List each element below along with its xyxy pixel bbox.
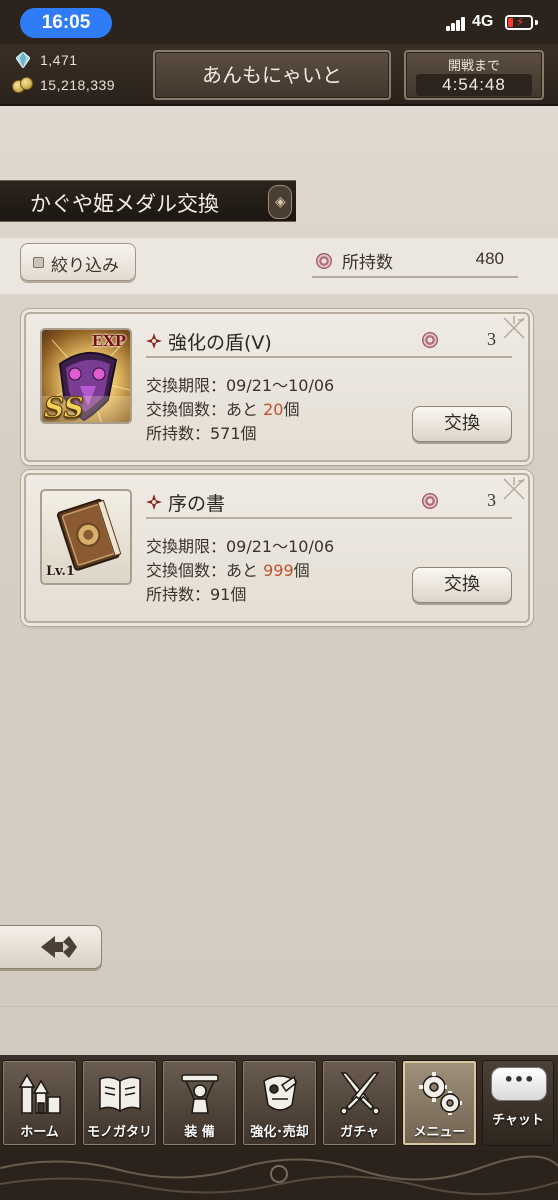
page-title-bar: かぐや姫メダル交換 ◈ — [0, 180, 296, 222]
item-type-badge: EXP — [91, 332, 126, 350]
armor-icon — [263, 1075, 297, 1111]
ornament-icon: ◈ — [268, 185, 292, 219]
back-arrow-icon — [41, 936, 77, 958]
back-button[interactable] — [0, 925, 102, 969]
battery-icon: ⚡ — [505, 15, 533, 30]
nav-menu[interactable]: メニュー — [402, 1060, 477, 1146]
battle-timer-label: 開戦まで — [447, 59, 500, 74]
gears-icon — [419, 1072, 462, 1115]
item-owned: 所持数：91個 — [146, 585, 247, 604]
frame-ornament — [0, 1150, 558, 1200]
status-time: 16:05 — [20, 8, 112, 38]
nav-label: チャット — [492, 1113, 544, 1128]
nav-label: モノガタリ — [86, 1125, 152, 1140]
exchange-item-card: EXP SS 強化の盾(Ⅴ) 3 交換期限：09/21〜10/06 交換個数：あ… — [24, 312, 530, 462]
filter-button[interactable]: 絞り込み — [20, 243, 136, 281]
item-name: 強化の盾(Ⅴ) — [168, 332, 272, 354]
remaining-suffix: 個 — [293, 561, 310, 580]
battle-countdown: 4:54:48 — [416, 74, 532, 96]
divider — [0, 1006, 558, 1007]
player-name[interactable]: あんもにゃいと — [153, 50, 391, 100]
signal-icon — [446, 17, 466, 31]
gem-icon — [16, 52, 30, 68]
nav-chat[interactable]: ••• チャット — [482, 1060, 554, 1146]
exchange-button[interactable]: 交換 — [412, 406, 512, 442]
exchange-item-card: Lv.1 序の書 3 交換期限：09/21〜10/06 交換個数：あと 999個… — [24, 473, 530, 623]
item-title-row: 序の書 3 — [146, 487, 512, 519]
crossed-swords-icon — [340, 1072, 380, 1115]
remaining-count: 20 — [263, 400, 284, 419]
coin-icon — [12, 77, 36, 95]
remaining-count: 999 — [263, 561, 294, 580]
item-thumbnail: EXP SS — [40, 328, 132, 424]
owned-medals: 所持数 480 — [312, 248, 518, 278]
owned-label: 所持数 — [342, 253, 393, 273]
rarity-badge: SS — [44, 391, 85, 424]
filter-label: 絞り込み — [51, 256, 119, 276]
page-title: かぐや姫メダル交換 — [30, 192, 219, 216]
exchange-remaining: 交換個数：あと 999個 — [146, 557, 310, 581]
exchange-button[interactable]: 交換 — [412, 567, 512, 603]
nav-label: 装 備 — [184, 1125, 215, 1140]
status-bar: 16:05 4G ⚡ — [0, 0, 558, 44]
chat-bubble-icon: ••• — [491, 1067, 547, 1101]
item-name: 序の書 — [168, 493, 226, 515]
nav-gacha[interactable]: ガチャ — [322, 1060, 397, 1146]
level-badge: Lv.1 — [46, 564, 75, 579]
exchange-period: 交換期限：09/21〜10/06 — [146, 376, 335, 395]
nav-label: 強化･売却 — [250, 1125, 309, 1140]
checkbox-icon — [33, 257, 44, 268]
exchange-remaining: 交換個数：あと 20個 — [146, 396, 299, 420]
network-type: 4G — [472, 13, 494, 30]
nav-label: ホーム — [20, 1125, 59, 1140]
equipment-icon — [181, 1074, 219, 1114]
remaining-suffix: 個 — [283, 400, 300, 419]
cross-ornament-icon — [146, 333, 162, 349]
item-thumbnail: Lv.1 — [40, 489, 132, 585]
remaining-prefix: 交換個数：あと — [146, 400, 264, 419]
remaining-prefix: 交換個数：あと — [146, 561, 264, 580]
nav-equipment[interactable]: 装 備 — [162, 1060, 237, 1146]
exchange-period: 交換期限：09/21〜10/06 — [146, 537, 335, 556]
book-icon — [99, 1076, 141, 1113]
item-title-row: 強化の盾(Ⅴ) 3 — [146, 326, 512, 358]
owned-value: 480 — [475, 249, 504, 268]
battle-timer[interactable]: 開戦まで 4:54:48 — [404, 50, 544, 100]
cross-ornament-icon — [146, 494, 162, 510]
castle-icon — [18, 1073, 61, 1114]
nav-story[interactable]: モノガタリ — [82, 1060, 157, 1146]
coin-count: 15,218,339 — [40, 77, 116, 93]
chat-bubble-dots: ••• — [503, 1070, 535, 1089]
medal-icon — [316, 253, 332, 269]
gem-count: 1,471 — [40, 52, 78, 68]
medal-icon — [422, 493, 438, 509]
item-cost: 3 — [487, 490, 496, 510]
nav-enhance-sell[interactable]: 強化･売却 — [242, 1060, 317, 1146]
nav-home[interactable]: ホーム — [2, 1060, 77, 1146]
item-cost: 3 — [487, 329, 496, 349]
nav-label: ガチャ — [340, 1125, 379, 1140]
nav-label: メニュー — [413, 1125, 466, 1140]
medal-icon — [422, 332, 438, 348]
item-owned: 所持数：571個 — [146, 424, 257, 443]
